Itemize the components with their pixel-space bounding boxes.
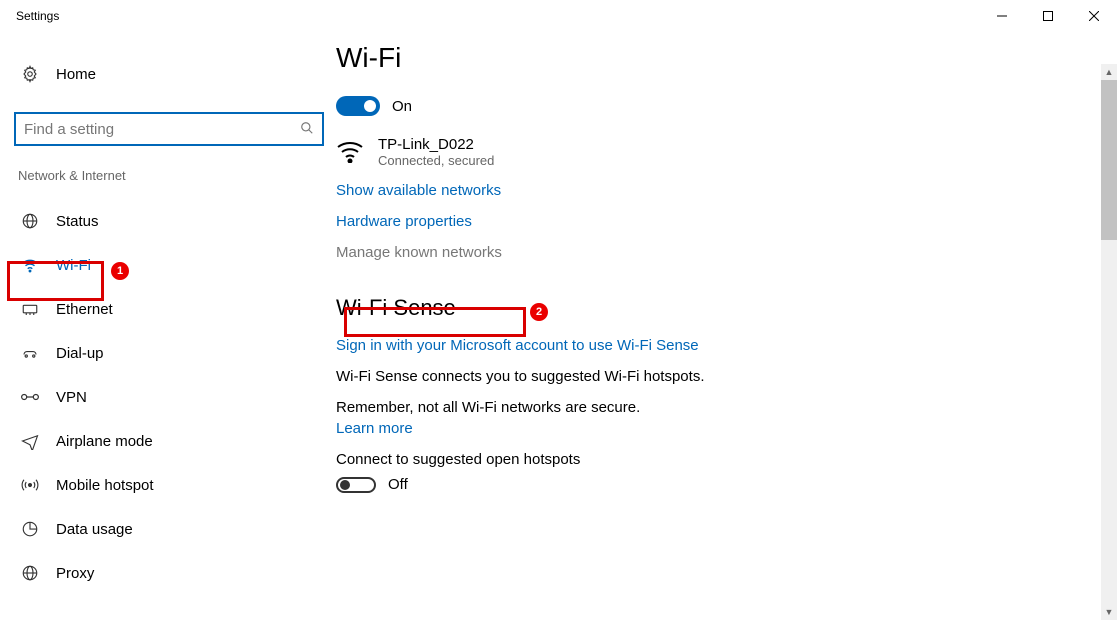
wifi-toggle-row: On <box>336 96 1117 116</box>
nav-label: Data usage <box>56 521 133 538</box>
gear-icon <box>20 65 40 83</box>
scroll-up-arrow[interactable]: ▲ <box>1101 64 1117 80</box>
nav-list: Status Wi-Fi Ethernet Dial-up <box>14 199 320 595</box>
network-name: TP-Link_D022 <box>378 136 494 153</box>
airplane-icon <box>20 432 40 450</box>
wifi-toggle-label: On <box>392 98 412 115</box>
scrollbar-thumb[interactable] <box>1101 80 1117 240</box>
hotspot-icon <box>20 476 40 494</box>
wifi-toggle[interactable] <box>336 96 380 116</box>
signin-microsoft-link[interactable]: Sign in with your Microsoft account to u… <box>336 337 1117 354</box>
scrollbar[interactable]: ▲ ▼ <box>1101 64 1117 620</box>
learn-more-link[interactable]: Learn more <box>336 420 1117 437</box>
home-label: Home <box>56 66 96 83</box>
nav-label: Ethernet <box>56 301 113 318</box>
nav-item-vpn[interactable]: VPN <box>14 375 320 419</box>
dialup-icon <box>20 344 40 362</box>
hardware-properties-link[interactable]: Hardware properties <box>336 213 1117 230</box>
network-status: Connected, secured <box>378 153 494 168</box>
connect-suggested-label: Connect to suggested open hotspots <box>336 451 1117 468</box>
nav-label: Wi-Fi <box>56 257 91 274</box>
nav-label: Dial-up <box>56 345 104 362</box>
window-title: Settings <box>16 9 59 23</box>
nav-item-dialup[interactable]: Dial-up <box>14 331 320 375</box>
nav-item-datausage[interactable]: Data usage <box>14 507 320 551</box>
wifi-sense-remember: Remember, not all Wi-Fi networks are sec… <box>336 399 1117 416</box>
sidebar: Home Network & Internet Status Wi-Fi <box>0 32 320 620</box>
suggested-toggle[interactable] <box>336 477 376 493</box>
suggested-toggle-label: Off <box>388 476 408 493</box>
wifi-icon <box>20 256 40 274</box>
section-header: Network & Internet <box>14 168 320 183</box>
main-panel: Wi-Fi On TP-Link_D022 Connected, secured… <box>320 32 1117 620</box>
search-box[interactable] <box>14 112 324 146</box>
wifi-sense-desc: Wi-Fi Sense connects you to suggested Wi… <box>336 368 1117 385</box>
nav-item-wifi[interactable]: Wi-Fi <box>14 243 320 287</box>
current-network[interactable]: TP-Link_D022 Connected, secured <box>336 136 1117 168</box>
window-controls <box>979 0 1117 32</box>
nav-item-status[interactable]: Status <box>14 199 320 243</box>
wifi-sense-heading: Wi-Fi Sense <box>336 295 1117 321</box>
manage-known-networks-link[interactable]: Manage known networks <box>336 244 502 261</box>
maximize-button[interactable] <box>1025 0 1071 32</box>
suggested-toggle-row: Off <box>336 476 1117 493</box>
titlebar: Settings <box>0 0 1117 32</box>
nav-label: Airplane mode <box>56 433 153 450</box>
vpn-icon <box>20 390 40 404</box>
ethernet-icon <box>20 300 40 318</box>
scroll-down-arrow[interactable]: ▼ <box>1101 604 1117 620</box>
nav-item-ethernet[interactable]: Ethernet <box>14 287 320 331</box>
close-button[interactable] <box>1071 0 1117 32</box>
home-button[interactable]: Home <box>14 54 320 94</box>
page-title: Wi-Fi <box>336 42 1117 74</box>
nav-item-proxy[interactable]: Proxy <box>14 551 320 595</box>
nav-item-airplane[interactable]: Airplane mode <box>14 419 320 463</box>
minimize-button[interactable] <box>979 0 1025 32</box>
search-icon <box>300 121 314 138</box>
nav-label: Proxy <box>56 565 94 582</box>
nav-label: Mobile hotspot <box>56 477 154 494</box>
globe-icon <box>20 212 40 230</box>
nav-label: VPN <box>56 389 87 406</box>
nav-label: Status <box>56 213 99 230</box>
nav-item-hotspot[interactable]: Mobile hotspot <box>14 463 320 507</box>
wifi-signal-icon <box>336 139 364 166</box>
proxy-icon <box>20 564 40 582</box>
data-usage-icon <box>20 520 40 538</box>
show-available-networks-link[interactable]: Show available networks <box>336 182 1117 199</box>
search-input[interactable] <box>24 121 274 138</box>
